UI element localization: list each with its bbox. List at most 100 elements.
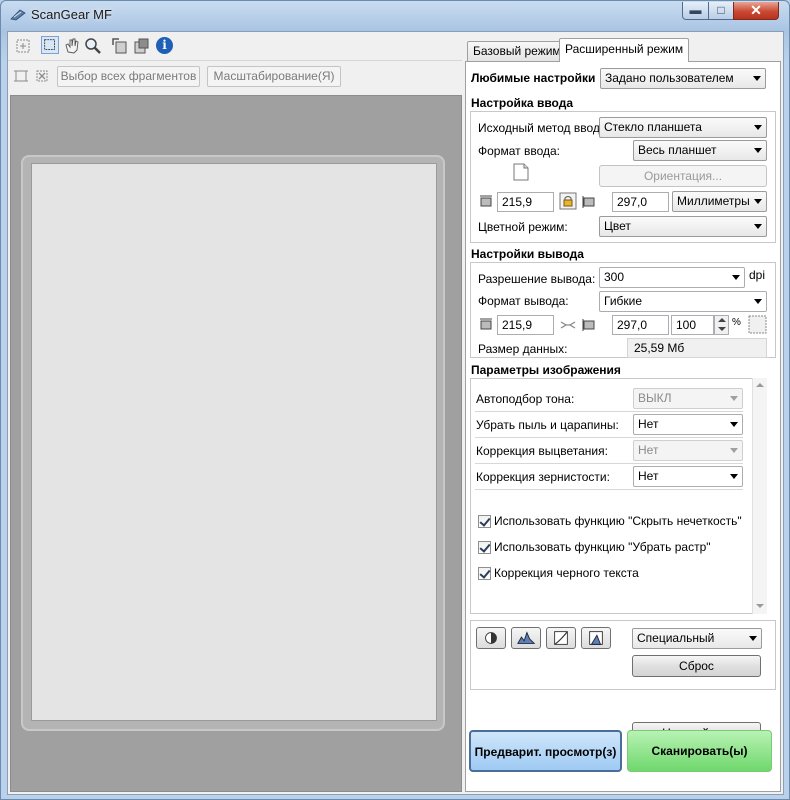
maximize-button[interactable]: □ xyxy=(708,2,734,20)
tone-curve-icon[interactable] xyxy=(546,627,576,649)
input-settings-heading: Настройка ввода xyxy=(471,96,573,110)
output-format-label: Формат вывода: xyxy=(478,294,569,308)
chevron-down-icon xyxy=(730,474,738,479)
tone-buttons xyxy=(471,627,616,651)
unsharp-mask-label: Использовать функцию "Скрыть нечеткость" xyxy=(494,514,742,528)
rotate-right-icon[interactable] xyxy=(132,37,150,55)
height-icon xyxy=(582,196,595,208)
black-text-label: Коррекция черного текста xyxy=(494,566,639,580)
input-format-value: Весь планшет xyxy=(638,143,717,157)
dust-removal-select[interactable]: Нет xyxy=(633,414,743,435)
reset-button[interactable]: Сброс xyxy=(632,655,761,677)
settings-panel: Базовый режим Расширенный режим Любимые … xyxy=(465,32,783,794)
tab-advanced-mode[interactable]: Расширенный режим xyxy=(559,38,690,62)
chevron-down-icon xyxy=(730,448,738,453)
chevron-down-icon xyxy=(754,224,762,229)
source-label: Исходный метод ввода: xyxy=(478,121,610,135)
crop-frame-icon[interactable] xyxy=(12,67,30,85)
image-settings-group: Автоподбор тона: ВЫКЛ Убрать пыль и цара… xyxy=(470,378,766,614)
threshold-icon[interactable] xyxy=(581,627,611,649)
fading-correction-value: Нет xyxy=(638,443,659,457)
color-mode-label: Цветной режим: xyxy=(478,220,568,234)
spin-up-icon[interactable] xyxy=(718,318,726,322)
output-height-icon xyxy=(582,319,595,331)
select-all-crops-button[interactable]: Выбор всех фрагментов xyxy=(57,66,200,87)
data-size-value: 25,59 Мб xyxy=(627,338,767,358)
magnifier-icon[interactable] xyxy=(84,37,102,55)
tone-preset-select[interactable]: Специальный xyxy=(632,628,762,649)
fading-correction-select[interactable]: Нет xyxy=(633,440,743,461)
output-format-select[interactable]: Гибкие xyxy=(599,291,767,312)
auto-tone-select[interactable]: ВЫКЛ xyxy=(633,388,743,409)
minimize-button[interactable]: ▬ xyxy=(682,2,709,20)
scale-field[interactable]: 100 xyxy=(671,315,714,335)
scan-preview-page[interactable] xyxy=(31,163,437,721)
histogram-icon[interactable] xyxy=(511,627,541,649)
output-settings-group: Разрешение вывода: 300 dpi Формат вывода… xyxy=(470,262,776,358)
source-select[interactable]: Стекло планшета xyxy=(599,117,767,138)
delete-crop-icon[interactable] xyxy=(33,67,51,85)
input-settings-group: Исходный метод ввода: Стекло планшета Фо… xyxy=(470,111,776,243)
width-icon xyxy=(480,195,492,207)
tools-toolbar: i xyxy=(8,32,462,61)
dust-removal-label: Убрать пыль и царапины: xyxy=(476,418,619,432)
aspect-lock-icon[interactable] xyxy=(559,192,577,210)
fading-correction-label: Коррекция выцветания: xyxy=(476,444,608,458)
scale-unit: % xyxy=(732,317,741,328)
page-orientation-icon xyxy=(513,163,529,181)
preview-area[interactable] xyxy=(10,95,462,792)
color-mode-select[interactable]: Цвет xyxy=(599,216,767,237)
resolution-label: Разрешение вывода: xyxy=(478,272,596,286)
input-width-field[interactable]: 215,9 xyxy=(497,192,554,212)
divider xyxy=(475,489,743,490)
dust-removal-value: Нет xyxy=(638,417,659,431)
link-icon[interactable] xyxy=(560,318,576,332)
move-hand-icon[interactable] xyxy=(63,37,81,55)
image-settings-scrollbar[interactable] xyxy=(752,378,767,614)
scale-spinner[interactable] xyxy=(714,315,729,335)
preview-button[interactable]: Предварит. просмотр(з) xyxy=(469,730,622,772)
black-text-checkbox[interactable] xyxy=(478,567,491,580)
scroll-down-icon[interactable] xyxy=(756,604,764,608)
auto-crop-icon[interactable] xyxy=(14,37,32,55)
output-format-value: Гибкие xyxy=(604,294,643,308)
descreen-label: Использовать функцию "Убрать растр" xyxy=(494,540,711,554)
crop-toolbar: Выбор всех фрагментов Масштабирование(Я) xyxy=(8,62,462,92)
chevron-down-icon xyxy=(730,396,738,401)
close-button[interactable]: ✕ xyxy=(733,2,779,20)
chevron-down-icon xyxy=(732,275,740,280)
info-icon[interactable]: i xyxy=(156,37,173,54)
chevron-down-icon xyxy=(754,125,762,130)
chevron-down-icon xyxy=(754,148,762,153)
scroll-up-icon[interactable] xyxy=(756,383,764,387)
grain-correction-value: Нет xyxy=(638,469,659,483)
divider xyxy=(475,411,743,412)
orientation-button[interactable]: Ориентация... xyxy=(599,165,767,187)
output-preview-size-icon[interactable] xyxy=(748,315,767,334)
output-width-field[interactable]: 215,9 xyxy=(497,315,554,335)
tone-preset-value: Специальный xyxy=(637,631,715,645)
resolution-select[interactable]: 300 xyxy=(599,267,745,288)
brightness-contrast-icon[interactable] xyxy=(476,627,506,649)
input-height-field[interactable]: 297,0 xyxy=(612,192,669,212)
output-width-icon xyxy=(480,318,492,330)
data-size-label: Размер данных: xyxy=(478,342,568,356)
grain-correction-select[interactable]: Нет xyxy=(633,466,743,487)
crop-selection-icon[interactable] xyxy=(41,36,59,54)
spin-down-icon[interactable] xyxy=(718,327,726,331)
favorites-select[interactable]: Задано пользователем xyxy=(600,68,766,89)
chevron-down-icon xyxy=(749,636,757,641)
divider xyxy=(475,437,743,438)
scan-button[interactable]: Сканировать(ы) xyxy=(627,730,772,772)
descreen-checkbox[interactable] xyxy=(478,541,491,554)
output-height-field[interactable]: 297,0 xyxy=(612,315,669,335)
tab-basic-mode[interactable]: Базовый режим xyxy=(467,41,567,61)
input-format-label: Формат ввода: xyxy=(478,144,560,158)
zoom-button[interactable]: Масштабирование(Я) xyxy=(207,66,341,87)
unsharp-mask-checkbox[interactable] xyxy=(478,515,491,528)
title-bar[interactable]: ScanGear MF ▬ □ ✕ xyxy=(1,1,789,29)
units-select[interactable]: Миллиметры xyxy=(672,191,767,212)
units-value: Миллиметры xyxy=(677,194,750,208)
rotate-left-icon[interactable] xyxy=(111,37,129,55)
input-format-select[interactable]: Весь планшет xyxy=(633,140,767,161)
